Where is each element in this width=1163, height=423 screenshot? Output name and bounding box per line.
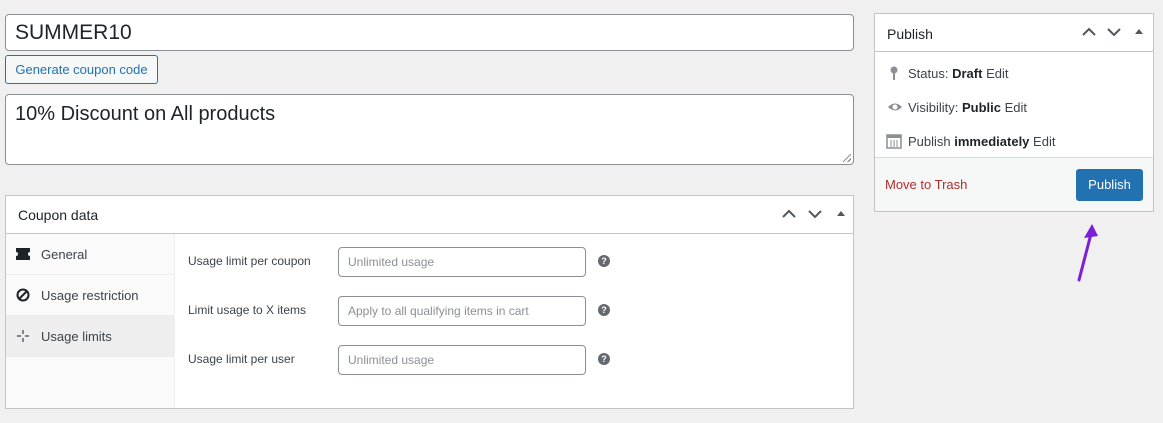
coupon-code-input[interactable]: SUMMER10 [5, 14, 854, 51]
crosshair-icon [16, 329, 30, 343]
move-to-trash-link[interactable]: Move to Trash [885, 177, 967, 192]
toggle-panel-icon[interactable] [1129, 22, 1149, 42]
chevron-down-icon[interactable] [1104, 22, 1124, 42]
tab-usage-limits-label: Usage limits [41, 329, 112, 344]
status-label: Status: [908, 66, 949, 81]
coupon-data-header: Coupon data [6, 196, 853, 234]
visibility-value: Public [961, 100, 1001, 115]
visibility-label: Visibility: [908, 100, 959, 115]
tab-usage-restriction-label: Usage restriction [41, 288, 139, 303]
annotation-arrow-icon [1077, 224, 1098, 282]
coupon-data-panel: Coupon data General Usage restriction Us… [5, 195, 854, 409]
help-icon[interactable]: ? [598, 255, 610, 267]
status-value: Draft [952, 66, 983, 81]
coupon-description-textarea[interactable]: 10% Discount on All products [5, 94, 854, 165]
pin-icon [886, 65, 902, 81]
help-icon[interactable]: ? [598, 304, 610, 316]
usage-limit-per-user-input[interactable]: Unlimited usage [338, 345, 586, 375]
publish-box: Publish Status: Draft Edit Visibility: P… [874, 13, 1154, 212]
toggle-panel-icon[interactable] [831, 204, 851, 224]
chevron-down-icon[interactable] [805, 204, 825, 224]
coupon-description-text: 10% Discount on All products [15, 103, 276, 125]
tab-usage-limits[interactable]: Usage limits [6, 316, 174, 357]
publish-visibility-row: Visibility: Public Edit [886, 99, 1027, 115]
schedule-edit-link[interactable]: Edit [1033, 134, 1055, 149]
ticket-icon [16, 247, 30, 261]
publish-schedule-row: Publish immediately Edit [886, 133, 1055, 149]
usage-limit-per-user-label: Usage limit per user [188, 352, 295, 366]
tab-general[interactable]: General [6, 234, 174, 275]
visibility-edit-link[interactable]: Edit [1005, 100, 1027, 115]
publish-title: Publish [887, 26, 933, 42]
tab-general-label: General [41, 247, 88, 262]
coupon-data-tabs: General Usage restriction Usage limits [6, 234, 175, 408]
schedule-value: immediately [954, 134, 1030, 149]
schedule-label: Publish [908, 134, 951, 149]
usage-limit-per-coupon-label: Usage limit per coupon [188, 254, 311, 268]
block-icon [16, 288, 30, 302]
publish-button[interactable]: Publish [1076, 169, 1143, 201]
eye-icon [886, 99, 902, 115]
generate-coupon-code-button[interactable]: Generate coupon code [5, 55, 158, 84]
help-icon[interactable]: ? [598, 353, 610, 365]
publish-header: Publish [875, 14, 1153, 52]
coupon-data-title: Coupon data [18, 207, 99, 223]
chevron-up-icon[interactable] [1079, 22, 1099, 42]
publish-status-row: Status: Draft Edit [886, 65, 1008, 81]
limit-usage-to-x-items-input[interactable]: Apply to all qualifying items in cart [338, 296, 586, 326]
publish-actions: Move to Trash Publish [875, 157, 1153, 211]
limit-usage-to-x-items-label: Limit usage to X items [188, 303, 307, 317]
usage-limit-per-coupon-input[interactable]: Unlimited usage [338, 247, 586, 277]
chevron-up-icon[interactable] [779, 204, 799, 224]
tab-usage-restriction[interactable]: Usage restriction [6, 275, 174, 316]
resize-handle-icon[interactable] [843, 154, 851, 162]
calendar-icon [886, 133, 902, 149]
status-edit-link[interactable]: Edit [986, 66, 1008, 81]
